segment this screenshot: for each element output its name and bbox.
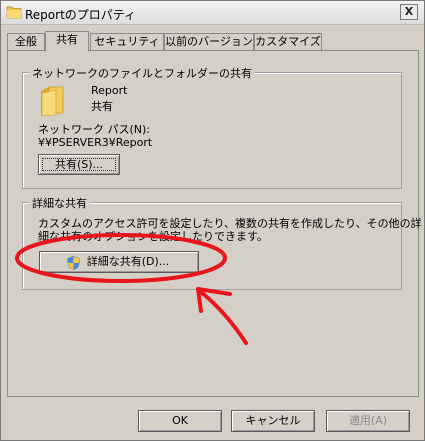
sharing-tab-panel: ネットワークのファイルとフォルダーの共有 Report 共有 ネットワーク パス… xyxy=(7,50,422,397)
share-button[interactable]: 共有(S)... xyxy=(38,154,120,175)
tab-previous-versions[interactable]: 以前のバージョン xyxy=(164,33,254,51)
focus-ring xyxy=(42,158,116,171)
network-path-label: ネットワーク パス(N): xyxy=(38,123,151,136)
tab-security[interactable]: セキュリティ xyxy=(90,33,164,51)
apply-button[interactable]: 適用(A) xyxy=(326,410,410,432)
network-share-legend: ネットワークのファイルとフォルダーの共有 xyxy=(29,65,255,81)
properties-dialog: Reportのプロパティ X 全般 共有 セキュリティ 以前のバージョン カスタ… xyxy=(0,0,425,441)
ok-button[interactable]: OK xyxy=(138,410,222,432)
advanced-share-button[interactable]: 詳細な共有(D)... xyxy=(39,251,199,273)
folder-icon xyxy=(6,6,22,19)
advanced-share-button-label: 詳細な共有(D)... xyxy=(86,255,170,268)
network-path-value[interactable]: ¥¥PSERVER3¥Report xyxy=(38,136,152,149)
title-bar[interactable]: Reportのプロパティ X xyxy=(1,1,424,25)
close-button[interactable]: X xyxy=(400,4,418,20)
shared-folder-icon xyxy=(41,86,64,117)
window-title: Reportのプロパティ xyxy=(25,8,137,22)
network-share-group: ネットワークのファイルとフォルダーの共有 Report 共有 ネットワーク パス… xyxy=(22,65,402,189)
advanced-share-group: 詳細な共有 カスタムのアクセス許可を設定したり、複数の共有を作成したり、その他の… xyxy=(22,195,422,290)
uac-shield-icon xyxy=(67,256,80,270)
tab-bar: 全般 共有 セキュリティ 以前のバージョン カスタマイズ xyxy=(7,31,419,52)
folder-share-state: 共有 xyxy=(91,100,113,113)
cancel-button[interactable]: キャンセル xyxy=(231,410,315,432)
tab-general[interactable]: 全般 xyxy=(7,33,45,51)
folder-name: Report xyxy=(91,84,128,97)
tab-sharing[interactable]: 共有 xyxy=(45,31,89,52)
tab-customize[interactable]: カスタマイズ xyxy=(254,33,322,51)
advanced-share-description-line2: 細な共有のオプションを設定したりできます。 xyxy=(38,230,268,243)
advanced-share-legend: 詳細な共有 xyxy=(29,195,90,211)
